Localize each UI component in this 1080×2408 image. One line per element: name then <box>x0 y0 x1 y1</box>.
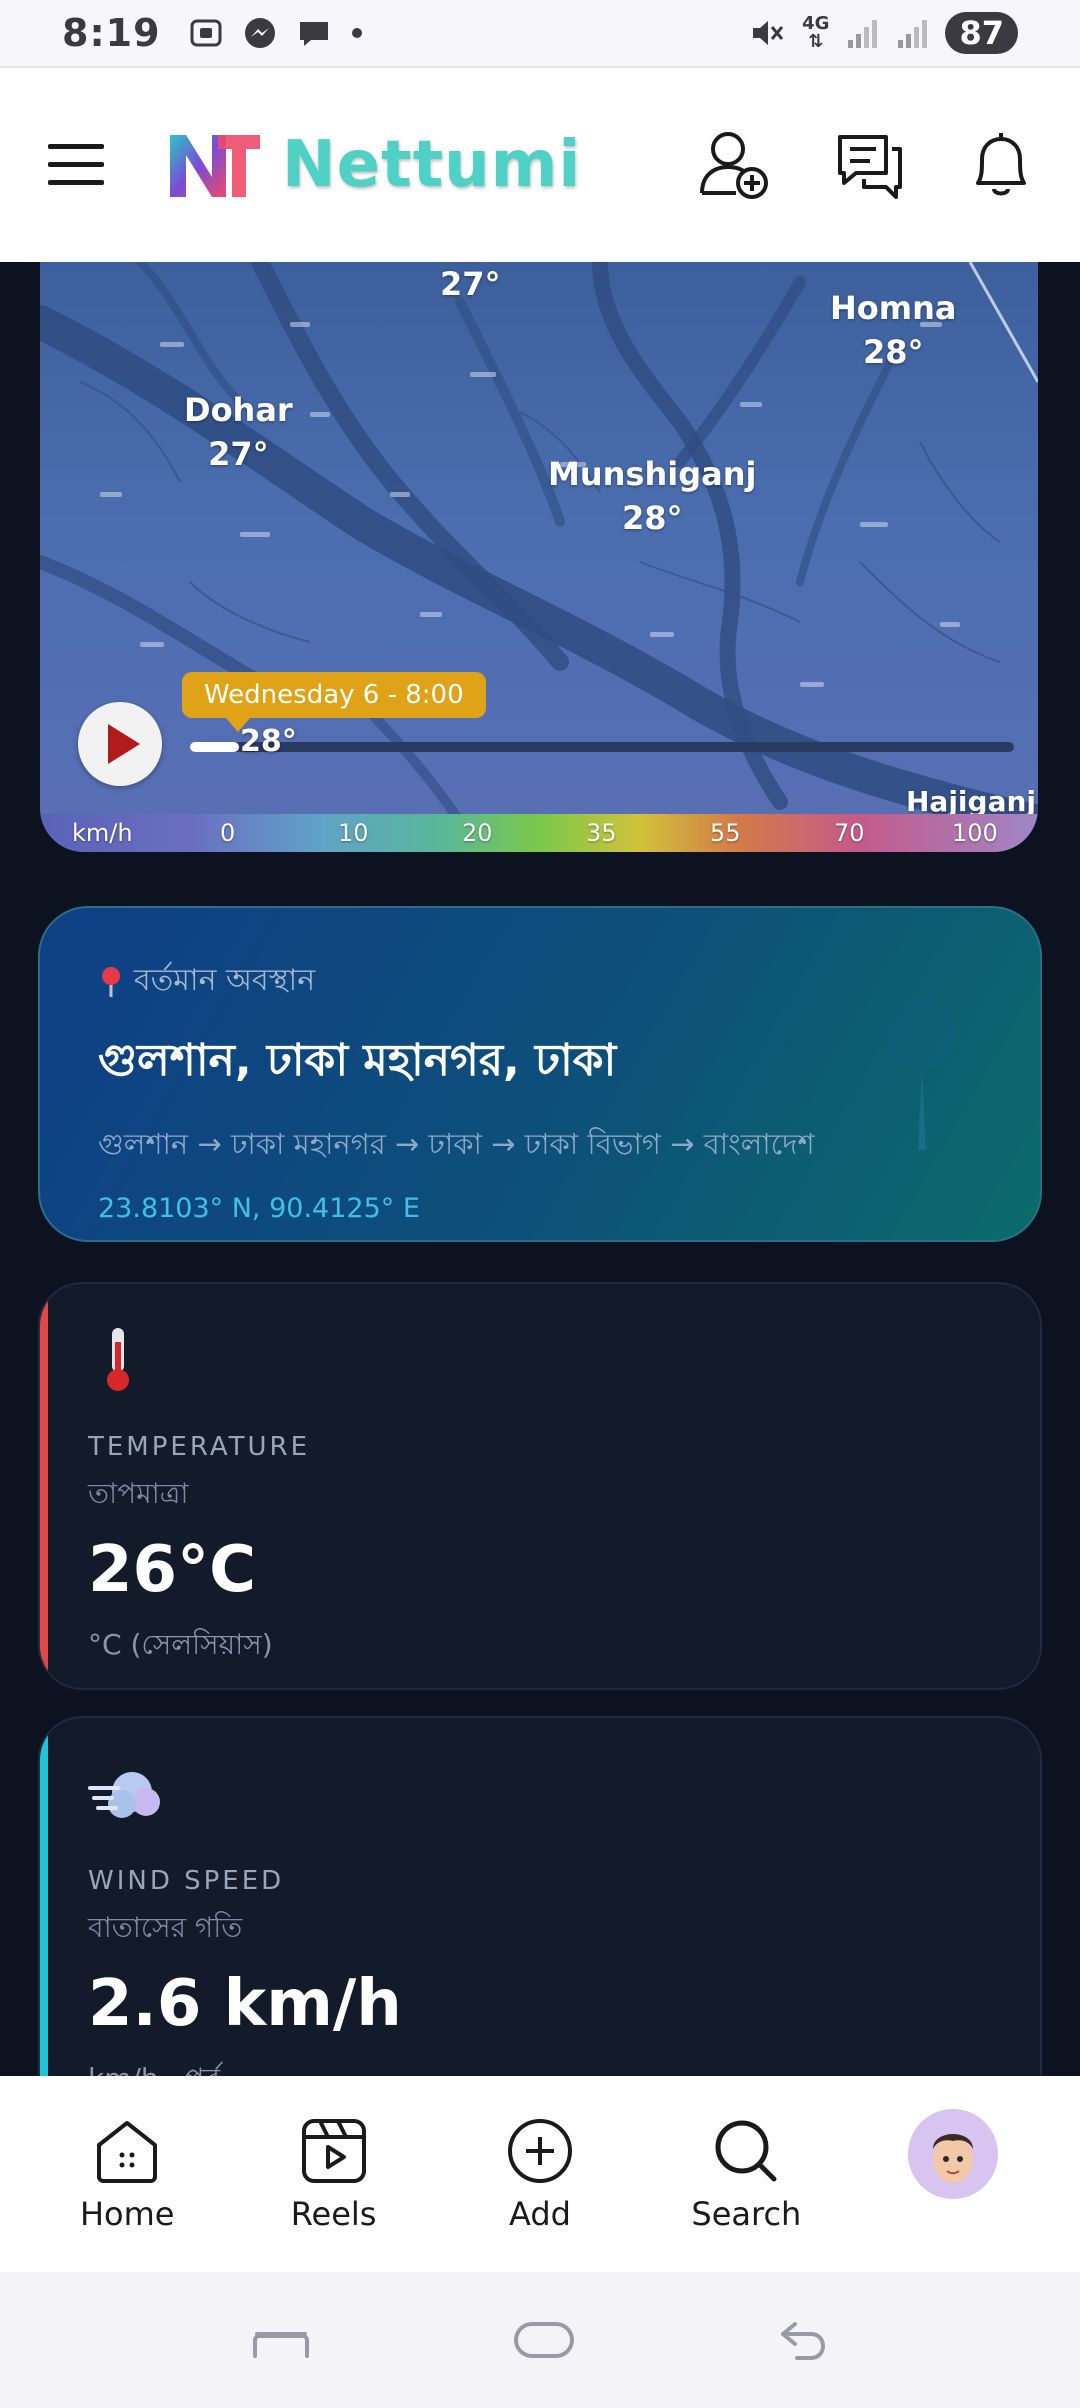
wind-speed-value: 2.6 km/h <box>88 1967 402 2041</box>
recent-apps-icon[interactable] <box>251 2320 311 2360</box>
status-notification-icons <box>187 14 365 52</box>
signal-icon <box>848 20 878 48</box>
add-circle-icon <box>507 2119 572 2183</box>
system-navigation-bar <box>0 2272 1080 2408</box>
nav-add-label: Add <box>508 2195 571 2233</box>
back-icon[interactable] <box>777 2318 829 2362</box>
nav-search-label: Search <box>691 2195 802 2233</box>
mute-icon <box>753 21 784 45</box>
timeline-time-tag: Wednesday 6 - 8:00 <box>182 672 486 732</box>
avatar-face-icon <box>932 2134 973 2183</box>
metric-label-bn: বাতাসের গতি <box>88 1911 243 1944</box>
play-button[interactable] <box>78 702 162 786</box>
location-pin-icon <box>102 966 120 997</box>
pushpin-icon <box>888 1002 956 1150</box>
signal-icon-2 <box>898 20 928 48</box>
nav-add[interactable]: Add <box>450 2115 630 2233</box>
wind-speed-scale: km/h 0 10 20 35 55 70 100 <box>40 814 1038 852</box>
metric-label-en: TEMPERATURE <box>88 1432 311 1462</box>
location-label-row: বর্তমান অবস্থান <box>98 956 982 1007</box>
location-coordinates: 23.8103° N, 90.4125° E <box>98 1193 420 1224</box>
dot-icon <box>351 28 362 38</box>
nav-reels-label: Reels <box>290 2195 377 2233</box>
metric-label-bn: তাপমাত্রা <box>88 1477 189 1510</box>
scale-tick: 70 <box>834 819 865 847</box>
nav-home[interactable]: Home <box>37 2115 217 2233</box>
chat-bubble-icon <box>299 22 328 46</box>
temperature-value: 26°C <box>88 1533 257 1607</box>
main-content[interactable]: 27° Homna 28° Dohar 27° Munshiganj 28° H… <box>0 262 1080 2076</box>
scale-tick: 20 <box>462 819 493 847</box>
map-city-label: Homna 28° <box>830 289 957 371</box>
notification-bell-icon[interactable] <box>968 129 1034 201</box>
weather-map[interactable]: 27° Homna 28° Dohar 27° Munshiganj 28° H… <box>40 262 1038 852</box>
search-icon <box>715 2120 777 2182</box>
map-city-label: 27° <box>440 265 501 303</box>
map-city-label: Munshiganj 28° <box>548 455 757 537</box>
status-time: 8:19 <box>62 11 161 55</box>
wind-icon <box>88 1772 160 1818</box>
metric-unit: °C (সেলসিয়াস) <box>88 1628 273 1661</box>
location-title: গুলশান, ঢাকা মহানগর, ঢাকা <box>98 1035 617 1086</box>
slider-temp-label: 28° <box>240 724 297 759</box>
status-bar: 8:19 4G ⇅ 87 <box>0 0 1080 66</box>
battery-indicator: 87 <box>945 12 1018 54</box>
home-button-icon[interactable] <box>512 2318 576 2362</box>
scale-unit: km/h <box>72 819 133 847</box>
reels-icon <box>301 2119 366 2183</box>
bottom-navigation: Home Reels Add Search <box>0 2076 1080 2272</box>
header-actions <box>696 129 1034 201</box>
play-icon <box>108 724 140 764</box>
thermometer-icon <box>107 1328 129 1391</box>
location-hierarchy: গুলশান → ঢাকা মহানগর → ঢাকা → ঢাকা বিভাগ… <box>98 1127 815 1161</box>
avatar <box>907 2109 998 2199</box>
wind-speed-card[interactable]: WIND SPEED বাতাসের গতি 2.6 km/h km/h · প… <box>38 1716 1042 2076</box>
nav-home-label: Home <box>79 2195 175 2233</box>
home-icon <box>97 2121 158 2183</box>
brand-name: Nettumi <box>282 128 582 202</box>
scale-tick: 55 <box>710 819 741 847</box>
timeline-slider[interactable] <box>190 742 1014 752</box>
menu-icon[interactable] <box>46 140 108 190</box>
scale-tick: 100 <box>952 819 998 847</box>
current-location-card[interactable]: বর্তমান অবস্থান গুলশান, ঢাকা মহানগর, ঢাক… <box>38 906 1042 1242</box>
scale-tick: 35 <box>586 819 617 847</box>
location-label: বর্তমান অবস্থান <box>134 963 316 998</box>
scale-tick: 10 <box>338 819 369 847</box>
screenshot-icon <box>190 19 222 47</box>
app-header: Nettumi <box>0 66 1080 262</box>
scale-tick: 0 <box>220 819 236 847</box>
messenger-icon <box>244 18 275 48</box>
metric-unit: km/h · পূর্ব <box>88 2057 992 2076</box>
nav-profile[interactable] <box>863 2109 1043 2199</box>
map-city-label: Dohar 27° <box>184 391 293 473</box>
metric-label-en: WIND SPEED <box>88 1866 285 1896</box>
nav-search[interactable]: Search <box>656 2115 836 2233</box>
nav-reels[interactable]: Reels <box>244 2115 424 2233</box>
add-friend-icon[interactable] <box>696 129 772 201</box>
brand-logo[interactable]: Nettumi <box>166 128 581 202</box>
messages-icon[interactable] <box>834 129 906 201</box>
timeline-slider-fill <box>190 742 240 752</box>
network-type: 4G ⇅ <box>802 13 830 52</box>
temperature-card[interactable]: TEMPERATURE তাপমাত্রা 26°C °C (সেলসিয়াস… <box>38 1282 1042 1690</box>
logo-mark-icon <box>170 135 260 197</box>
